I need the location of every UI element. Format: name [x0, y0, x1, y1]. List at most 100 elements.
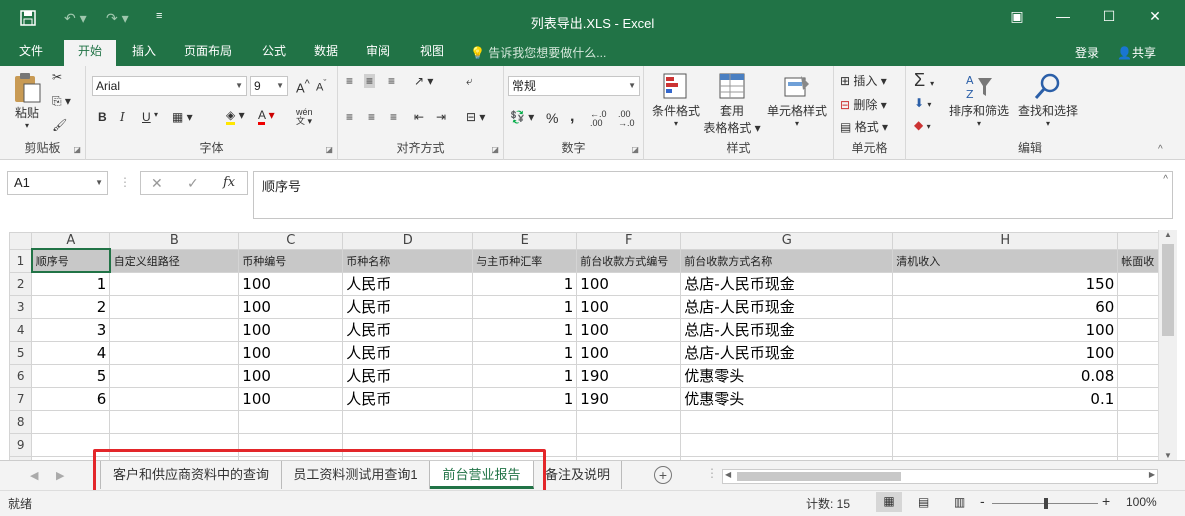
row-header[interactable]: 9 [8, 432, 33, 457]
sheet-tab[interactable]: 客户和供应商资料中的查询 [100, 461, 282, 489]
cell[interactable]: 前台收款方式编号 [576, 248, 682, 273]
column-header-partial[interactable] [1117, 232, 1161, 250]
prev-sheet-icon[interactable]: ◀ [30, 469, 38, 482]
scroll-thumb[interactable] [1162, 244, 1174, 336]
tab-insert[interactable]: 插入 [122, 40, 166, 66]
cell[interactable] [1117, 340, 1161, 365]
cell[interactable]: 6 [31, 386, 111, 411]
ribbon-display-icon[interactable]: ▣ [1002, 8, 1032, 25]
format-cells-button[interactable]: ▤ 格式 ▾ [840, 118, 888, 135]
tab-home[interactable]: 开始 [64, 40, 116, 66]
cell[interactable]: 前台收款方式名称 [680, 248, 894, 273]
cell[interactable] [109, 386, 240, 411]
select-all-corner[interactable] [8, 232, 33, 250]
align-center-icon[interactable]: ≡ [368, 110, 375, 124]
cell[interactable] [1117, 363, 1161, 388]
horizontal-scrollbar[interactable]: ◀ ▶ [722, 469, 1158, 484]
cell[interactable]: 100 [238, 271, 344, 296]
cell[interactable]: 人民币 [342, 317, 474, 342]
find-select-button[interactable]: 查找和选择 ▾ [1012, 72, 1084, 128]
cell[interactable] [1117, 409, 1161, 434]
percent-button[interactable]: % [546, 110, 558, 126]
tab-file[interactable]: 文件 [8, 40, 54, 66]
cell[interactable] [680, 432, 894, 457]
cell[interactable] [892, 409, 1119, 434]
cell[interactable]: 总店-人民币现金 [680, 340, 894, 365]
scroll-right-icon[interactable]: ▶ [1149, 470, 1155, 479]
cell[interactable]: 150 [892, 271, 1119, 296]
cell[interactable]: 100 [238, 317, 344, 342]
cell[interactable]: 人民币 [342, 363, 474, 388]
cell[interactable] [1117, 271, 1161, 296]
cell[interactable]: 100 [576, 317, 682, 342]
cell[interactable] [1117, 294, 1161, 319]
row-header[interactable]: 4 [8, 317, 33, 342]
column-header[interactable]: C [238, 232, 344, 250]
vertical-scrollbar[interactable]: ▲ ▼ [1158, 230, 1177, 460]
paste-button[interactable]: 粘贴 ▾ [8, 72, 46, 130]
cell[interactable]: 顺序号 [30, 248, 111, 273]
cell[interactable]: 100 [238, 363, 344, 388]
row-header[interactable]: 6 [8, 363, 33, 388]
cell[interactable]: 人民币 [342, 294, 474, 319]
formula-input[interactable]: 顺序号 ^ [253, 171, 1173, 219]
share-button[interactable]: 👤共享 [1117, 44, 1156, 61]
fill-color-icon[interactable]: ◈ ▾ [226, 108, 245, 125]
sheet-tab-active[interactable]: 前台营业报告 [430, 461, 534, 489]
cell[interactable]: 190 [576, 386, 682, 411]
cell[interactable]: 1 [472, 271, 578, 296]
collapse-ribbon-icon[interactable]: ^ [1158, 144, 1163, 155]
cell[interactable]: 1 [472, 363, 578, 388]
cell[interactable]: 人民币 [342, 271, 474, 296]
underline-button[interactable]: U [142, 110, 151, 124]
insert-function-button[interactable]: fx [223, 175, 235, 190]
cell[interactable]: 清机收入 [892, 248, 1119, 273]
login-link[interactable]: 登录 [1075, 44, 1099, 61]
comma-button[interactable]: , [570, 108, 574, 126]
cell[interactable]: 2 [31, 294, 111, 319]
clear-icon[interactable]: ◆ ▾ [914, 118, 931, 132]
font-size-select[interactable]: 9 ▼ [250, 76, 288, 96]
cell[interactable] [1117, 432, 1161, 457]
close-icon[interactable]: ✕ [1140, 8, 1170, 25]
cell[interactable]: 100 [576, 294, 682, 319]
cell[interactable]: 人民币 [342, 386, 474, 411]
tab-review[interactable]: 审阅 [356, 40, 400, 66]
cell[interactable] [109, 432, 240, 457]
enter-icon[interactable]: ✓ [187, 175, 199, 192]
cell[interactable]: 1 [31, 271, 111, 296]
tab-data[interactable]: 数据 [304, 40, 348, 66]
sheet-tab[interactable]: 员工资料测试用查询1 [282, 461, 430, 489]
minimize-icon[interactable]: — [1048, 8, 1078, 24]
decrease-indent-icon[interactable]: ⇤ [414, 110, 424, 124]
tell-me-box[interactable]: 💡 告诉我您想要做什么... [470, 44, 606, 61]
cell[interactable]: 总店-人民币现金 [680, 271, 894, 296]
font-name-select[interactable]: Arial ▼ [92, 76, 247, 96]
autosum-icon[interactable]: Σ ▾ [914, 70, 934, 91]
cell[interactable] [342, 409, 474, 434]
font-color-icon[interactable]: A ▾ [258, 108, 275, 125]
tab-view[interactable]: 视图 [410, 40, 454, 66]
merge-center-icon[interactable]: ⊟ ▾ [466, 110, 485, 124]
cell[interactable] [472, 432, 578, 457]
cell[interactable]: 1 [472, 386, 578, 411]
cell[interactable]: 190 [576, 363, 682, 388]
cell[interactable]: 100 [892, 317, 1119, 342]
cell[interactable]: 100 [576, 340, 682, 365]
cell[interactable]: 人民币 [342, 340, 474, 365]
align-left-icon[interactable]: ≡ [346, 110, 353, 124]
row-header[interactable]: 5 [8, 340, 33, 365]
cell[interactable]: 1 [472, 317, 578, 342]
tab-formulas[interactable]: 公式 [252, 40, 296, 66]
number-format-select[interactable]: 常规 ▼ [508, 76, 640, 96]
row-header[interactable]: 1 [8, 248, 33, 273]
cell[interactable]: 总店-人民币现金 [680, 317, 894, 342]
conditional-formatting-button[interactable]: 条件格式 ▾ [648, 72, 704, 128]
cell[interactable]: 5 [31, 363, 111, 388]
cell[interactable] [109, 317, 240, 342]
normal-view-icon[interactable]: ▦ [876, 492, 902, 512]
cell[interactable]: 币种编号 [238, 248, 344, 273]
cell[interactable] [238, 432, 344, 457]
name-box[interactable]: A1 ▼ [7, 171, 108, 195]
zoom-in-button[interactable]: + [1102, 493, 1110, 509]
